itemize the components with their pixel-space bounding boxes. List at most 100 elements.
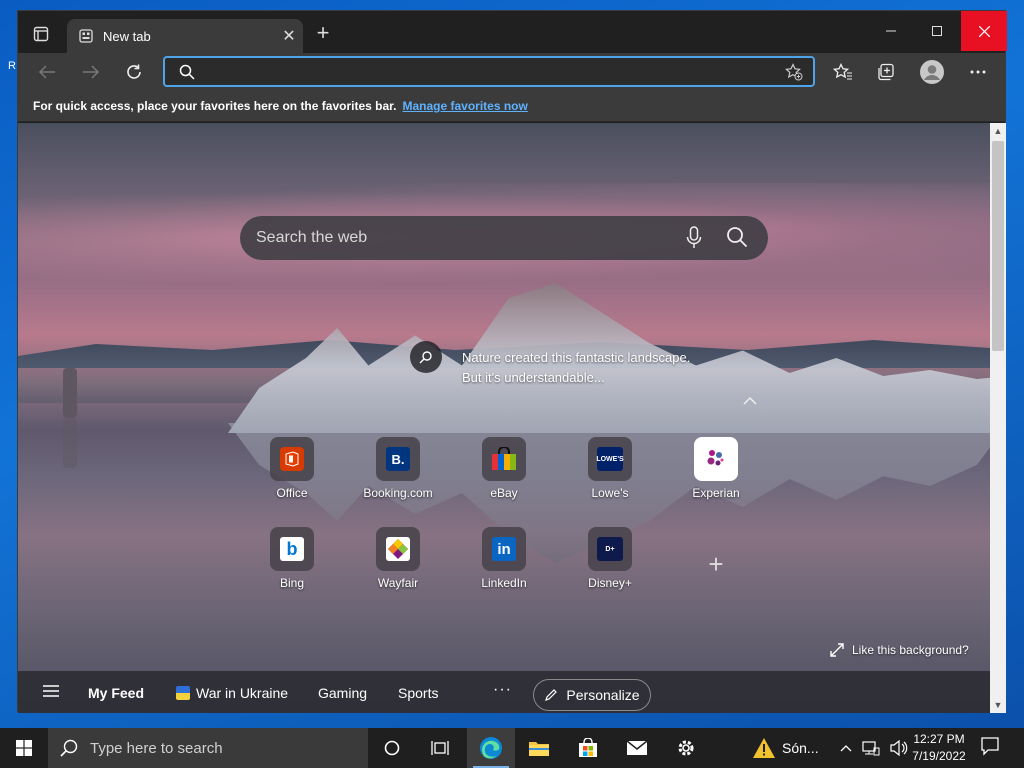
quick-link-linkedin[interactable]: in LinkedIn: [459, 527, 549, 590]
quick-link-bing[interactable]: b Bing: [247, 527, 337, 590]
add-shortcut-button[interactable]: +: [701, 550, 731, 580]
quick-link-booking[interactable]: B. Booking.com: [353, 437, 443, 500]
add-favorite-icon[interactable]: [785, 63, 803, 81]
tile-label: Disney+: [588, 576, 632, 590]
hamburger-menu-icon[interactable]: [42, 684, 60, 698]
minimize-icon: [886, 30, 896, 32]
windows-logo-icon: [16, 740, 32, 756]
scroll-down-arrow-icon[interactable]: ▼: [993, 700, 1003, 710]
manage-favorites-link[interactable]: Manage favorites now: [402, 99, 527, 113]
tab-new-tab[interactable]: New tab ✕: [67, 19, 303, 53]
start-button[interactable]: [0, 728, 48, 768]
profile-button[interactable]: [917, 57, 947, 87]
wayfair-logo-icon: [386, 537, 410, 561]
clock-date: 7/19/2022: [912, 749, 966, 763]
tile-icon-box: D+: [588, 527, 632, 571]
like-background-text: Like this background?: [852, 643, 969, 657]
refresh-button[interactable]: [119, 57, 149, 87]
quick-link-lowes[interactable]: LOWE'S Lowe's: [565, 437, 655, 500]
tab-actions-button[interactable]: [26, 21, 56, 47]
taskbar-file-explorer[interactable]: [517, 728, 561, 768]
chevron-up-icon[interactable]: [742, 395, 758, 407]
background-pillar-reflection: [63, 418, 77, 468]
address-bar[interactable]: [163, 56, 815, 87]
avatar: [920, 60, 944, 84]
feed-tab-sports[interactable]: Sports: [398, 685, 438, 701]
quick-link-ebay[interactable]: eBay: [459, 437, 549, 500]
taskbar-settings[interactable]: [664, 728, 708, 768]
quick-link-wayfair[interactable]: Wayfair: [353, 527, 443, 590]
desktop-icon-label-fragment: R: [8, 60, 16, 72]
task-view-icon: [431, 741, 449, 755]
taskbar-edge-app[interactable]: [467, 728, 515, 768]
system-clock[interactable]: 12:27 PM 7/19/2022: [904, 731, 974, 765]
office-logo-icon: [280, 447, 304, 471]
quick-link-experian[interactable]: Experian: [671, 437, 761, 500]
tile-label: Wayfair: [377, 576, 419, 590]
background-caption[interactable]: Nature created this fantastic landscape.…: [462, 348, 690, 388]
caption-line-2: But it's understandable...: [462, 370, 605, 385]
close-tab-icon[interactable]: ✕: [275, 26, 303, 46]
tab-title: New tab: [103, 28, 151, 44]
scroll-up-arrow-icon[interactable]: ▲: [993, 126, 1003, 136]
image-search-button[interactable]: [410, 341, 442, 373]
weather-widget[interactable]: Són...: [752, 728, 819, 768]
close-window-button[interactable]: [961, 11, 1007, 51]
forward-button[interactable]: [76, 57, 106, 87]
personalize-button[interactable]: Personalize: [533, 679, 651, 711]
tile-label: LinkedIn: [481, 576, 527, 590]
store-bag-icon: [579, 738, 597, 757]
new-tab-button[interactable]: +: [312, 22, 334, 45]
taskbar-store[interactable]: [566, 728, 610, 768]
quick-link-office[interactable]: Office: [247, 437, 337, 500]
vertical-scrollbar[interactable]: ▲ ▼: [990, 123, 1006, 713]
search-icon: [60, 739, 78, 757]
back-button[interactable]: [32, 57, 62, 87]
cortana-circle-icon: [384, 740, 400, 756]
taskbar-search-box[interactable]: Type here to search: [48, 728, 368, 768]
tile-icon-box: LOWE'S: [588, 437, 632, 481]
feed-more-button[interactable]: ···: [493, 681, 512, 699]
collections-icon: [878, 63, 894, 81]
microphone-icon[interactable]: [686, 226, 702, 250]
task-view-button[interactable]: [418, 728, 462, 768]
favorites-button[interactable]: [828, 57, 858, 87]
tile-label: Office: [276, 486, 308, 500]
minimize-button[interactable]: [868, 11, 914, 51]
tab-actions-icon: [33, 26, 49, 42]
taskbar-mail[interactable]: [615, 728, 659, 768]
feed-tab-war-in-ukraine[interactable]: War in Ukraine: [176, 685, 288, 701]
network-icon[interactable]: [862, 740, 880, 756]
ebay-bag-icon: [492, 447, 516, 470]
favorites-bar-hint: For quick access, place your favorites h…: [33, 99, 397, 113]
like-background-link[interactable]: Like this background?: [830, 643, 969, 657]
news-feed-bar: My Feed War in Ukraine Gaming Sports ···…: [18, 671, 990, 713]
folder-icon: [529, 742, 549, 756]
expand-diagonal-icon: [830, 643, 844, 657]
linkedin-logo-icon: in: [492, 537, 516, 561]
maximize-icon: [932, 26, 942, 36]
magnifier-icon: [419, 351, 432, 364]
windows-taskbar: Type here to search Són... 12:27 PM 7/19…: [0, 728, 1024, 768]
maximize-button[interactable]: [914, 11, 960, 51]
collections-button[interactable]: [871, 57, 901, 87]
personalize-label: Personalize: [566, 687, 640, 703]
scrollbar-thumb[interactable]: [992, 141, 1004, 351]
search-icon[interactable]: [726, 226, 748, 248]
new-tab-page: Search the web Nature created this fanta…: [18, 123, 990, 713]
address-input[interactable]: [205, 62, 765, 82]
tile-icon-box: in: [482, 527, 526, 571]
chevron-up-icon[interactable]: [840, 744, 852, 752]
cortana-button[interactable]: [370, 728, 414, 768]
web-search-box[interactable]: Search the web: [240, 216, 768, 260]
settings-more-button[interactable]: [963, 57, 993, 87]
feed-tab-gaming[interactable]: Gaming: [318, 685, 367, 701]
system-tray: [840, 728, 908, 768]
quick-link-disney[interactable]: D+ Disney+: [565, 527, 655, 590]
more-dots-icon: [970, 70, 986, 74]
feed-tab-my-feed[interactable]: My Feed: [88, 685, 144, 701]
edge-browser-window: New tab ✕ + For quick access, place your…: [17, 10, 1007, 713]
notification-center-button[interactable]: [980, 736, 1000, 761]
feed-tab-label: War in Ukraine: [196, 685, 289, 701]
back-arrow-icon: [38, 65, 55, 79]
